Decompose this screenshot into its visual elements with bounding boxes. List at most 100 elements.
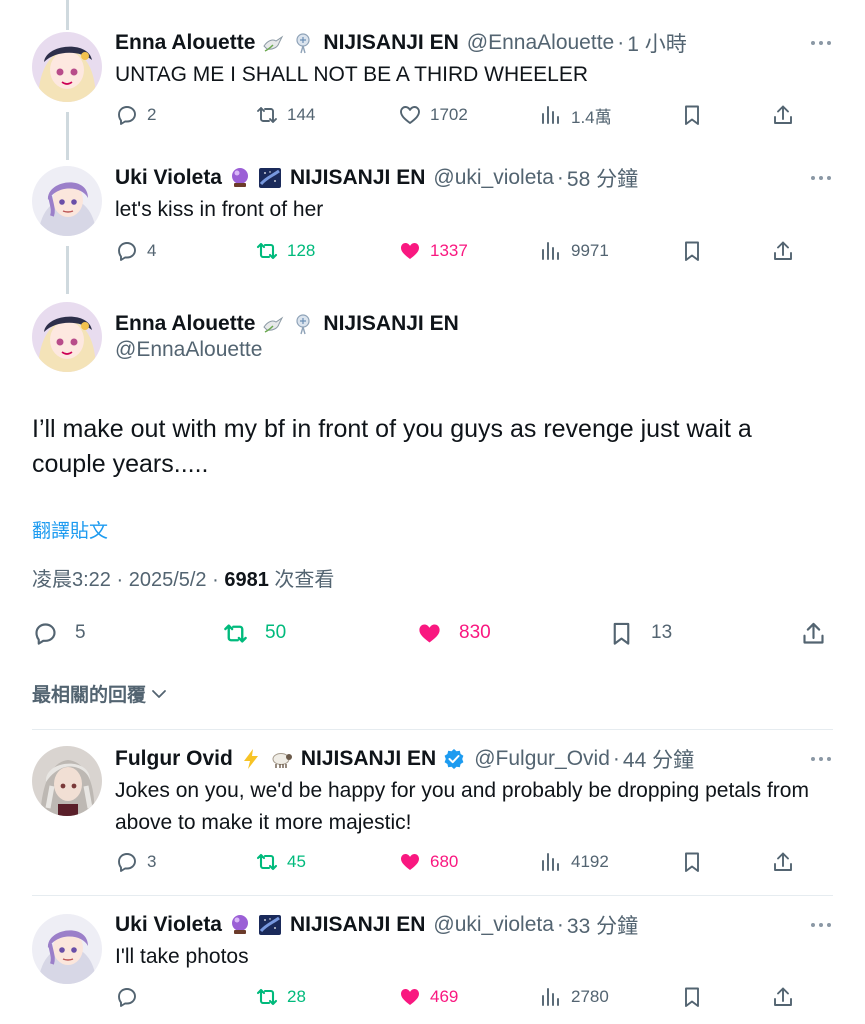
tweet-actions: 4 128 1337 9971 <box>115 236 805 266</box>
share-button[interactable] <box>771 847 803 877</box>
milky-way-emoji <box>258 913 282 937</box>
repost-button[interactable]: 128 <box>255 236 315 266</box>
share-button[interactable] <box>771 982 803 1012</box>
display-name[interactable]: Fulgur Ovid <box>115 747 233 771</box>
bookmark-icon <box>685 987 699 1007</box>
org-name: NIJISANJI EN <box>323 31 459 54</box>
tweet-header: Uki Violeta NIJISANJI EN @uki_violeta · … <box>115 910 835 940</box>
timestamp[interactable]: 1 小時 <box>627 28 687 58</box>
repost-icon <box>256 988 278 1006</box>
bookmark-icon <box>685 105 699 125</box>
views-button[interactable]: 2780 <box>539 982 609 1012</box>
display-name[interactable]: Enna Alouette <box>115 31 255 55</box>
views-button[interactable]: 1.4萬 <box>539 100 612 130</box>
divider <box>32 729 833 730</box>
avatar[interactable] <box>32 746 102 816</box>
reply-button[interactable]: 4 <box>115 236 156 266</box>
repost-icon <box>224 623 247 643</box>
like-button[interactable]: 680 <box>398 847 458 877</box>
org-name: NIJISANJI EN <box>290 166 426 189</box>
separator-dot: · <box>556 913 564 936</box>
reply-count: 5 <box>75 622 86 643</box>
more-icon[interactable] <box>807 28 835 58</box>
bookmark-button[interactable] <box>680 847 712 877</box>
chevron-down-icon <box>152 689 166 698</box>
repost-button[interactable]: 144 <box>255 100 315 130</box>
heart-filled-icon <box>401 989 419 1005</box>
bookmark-button[interactable]: 13 <box>608 617 672 649</box>
repost-count: 50 <box>265 622 287 643</box>
repost-icon <box>256 242 278 260</box>
translate-link[interactable]: 翻譯貼文 <box>32 516 108 543</box>
avatar[interactable] <box>32 166 102 236</box>
hairpin-emoji <box>291 312 315 336</box>
like-count: 1702 <box>430 105 468 124</box>
views-button[interactable]: 9971 <box>539 236 609 266</box>
crystal-ball-emoji <box>228 166 252 190</box>
tweet-header: Fulgur Ovid NIJISANJI EN @Fulgur_Ovid · … <box>115 744 835 774</box>
display-name[interactable]: Uki Violeta <box>115 913 222 937</box>
views-icon <box>542 242 559 260</box>
reply-button[interactable]: 5 <box>32 617 86 649</box>
bookmark-icon <box>685 852 699 872</box>
views-count: 1.4萬 <box>571 107 612 127</box>
bookmark-button[interactable] <box>680 236 712 266</box>
avatar[interactable] <box>32 32 102 102</box>
reply-button[interactable] <box>115 982 147 1012</box>
more-icon[interactable] <box>807 910 835 940</box>
timestamp[interactable]: 33 分鐘 <box>567 910 638 940</box>
like-button[interactable]: 469 <box>398 982 458 1012</box>
share-button[interactable] <box>771 236 803 266</box>
reply-sort-dropdown[interactable]: 最相關的回覆 <box>32 680 168 707</box>
user-handle[interactable]: @EnnaAlouette <box>467 31 614 55</box>
like-button[interactable]: 830 <box>416 617 491 649</box>
user-handle[interactable]: @Fulgur_Ovid <box>474 747 610 771</box>
timestamp[interactable]: 58 分鐘 <box>567 163 638 193</box>
repost-button[interactable]: 28 <box>255 982 306 1012</box>
bookmark-button[interactable] <box>680 982 712 1012</box>
repost-icon <box>257 107 277 123</box>
separator-dot: · <box>612 747 620 770</box>
timestamp[interactable]: 凌晨3:22 · 2025/5/2 · <box>32 569 224 591</box>
like-count: 830 <box>459 622 491 643</box>
tweet-text: I'll take photos <box>115 945 249 968</box>
repost-icon <box>256 853 278 871</box>
views-count: 9971 <box>571 241 609 260</box>
more-icon[interactable] <box>807 744 835 774</box>
like-button[interactable]: 1337 <box>398 236 468 266</box>
sort-label: 最相關的回覆 <box>32 685 147 706</box>
display-name[interactable]: Enna Alouette <box>115 312 255 336</box>
tweet-actions: 28 469 2780 <box>115 982 805 1012</box>
user-handle[interactable]: @uki_violeta <box>433 913 554 937</box>
reply-icon <box>35 622 56 645</box>
user-handle[interactable]: @EnnaAlouette <box>115 338 262 362</box>
avatar[interactable] <box>32 302 102 372</box>
reply-icon <box>118 106 136 125</box>
reply-button[interactable]: 3 <box>115 847 156 877</box>
reply-button[interactable]: 2 <box>115 100 156 130</box>
reply-count: 2 <box>147 105 157 124</box>
share-icon <box>774 987 792 1006</box>
dove-emoji <box>261 31 285 55</box>
display-name[interactable]: Uki Violeta <box>115 166 222 190</box>
like-button[interactable]: 1702 <box>398 100 468 130</box>
reply-icon <box>118 853 136 872</box>
tweet-header: Enna Alouette NIJISANJI EN @EnnaAlouette… <box>115 28 835 58</box>
share-icon <box>803 622 824 644</box>
tweet-text: UNTAG ME I SHALL NOT BE A THIRD WHEELER <box>115 63 588 86</box>
divider <box>32 895 833 896</box>
views-button[interactable]: 4192 <box>539 847 609 877</box>
avatar[interactable] <box>32 914 102 984</box>
org-name: NIJISANJI EN <box>290 913 426 936</box>
timestamp[interactable]: 44 分鐘 <box>623 744 694 774</box>
tweet-text: let's kiss in front of her <box>115 198 324 221</box>
share-button[interactable] <box>800 617 843 649</box>
repost-button[interactable]: 45 <box>255 847 306 877</box>
more-icon[interactable] <box>807 163 835 193</box>
repost-button[interactable]: 50 <box>222 617 286 649</box>
share-button[interactable] <box>771 100 803 130</box>
tweet-meta: 凌晨3:22 · 2025/5/2 · 6981 次查看 <box>32 563 334 592</box>
bookmark-button[interactable] <box>680 100 712 130</box>
user-handle[interactable]: @uki_violeta <box>433 166 554 190</box>
reply-count: 3 <box>147 852 157 871</box>
